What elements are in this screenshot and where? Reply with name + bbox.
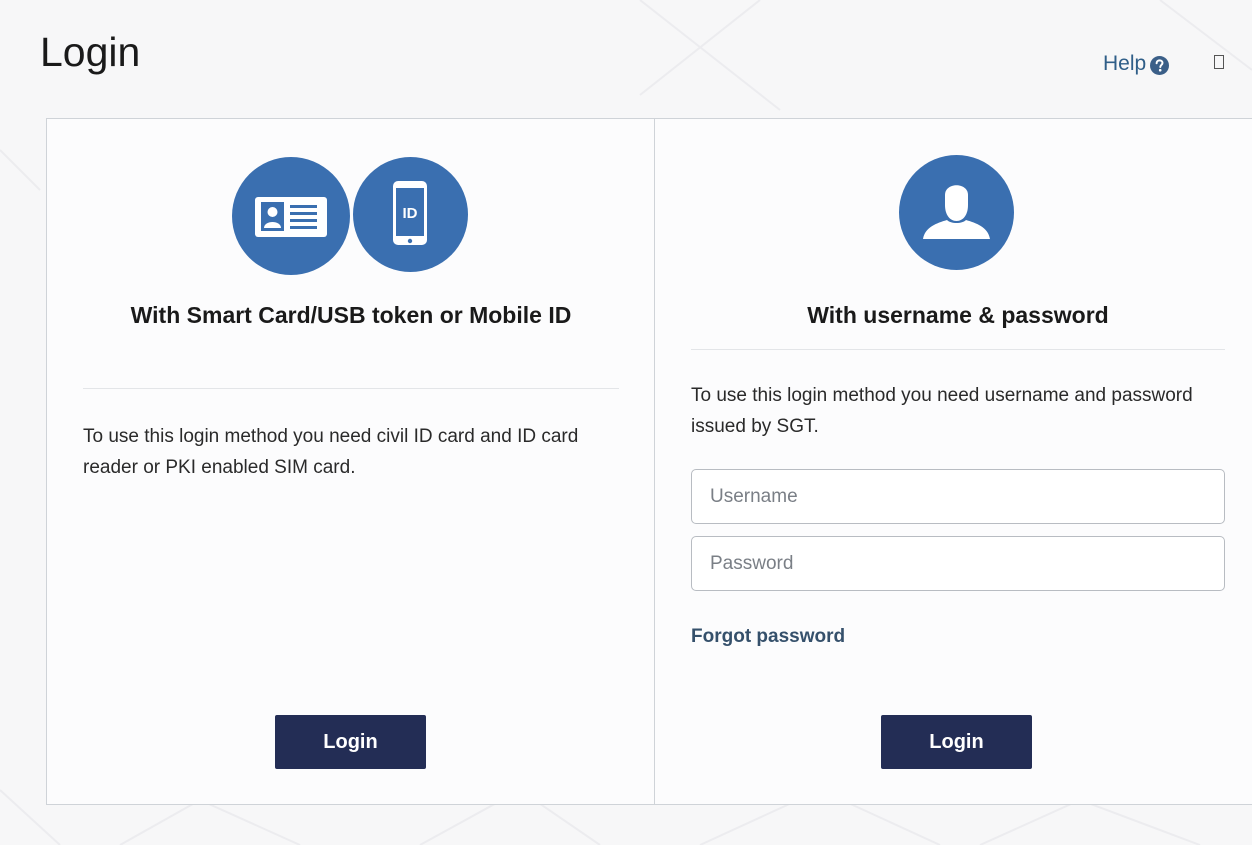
panel-divider [654,119,655,804]
credentials-description: To use this login method you need userna… [691,385,1193,437]
smartcard-login-button[interactable]: Login [275,715,426,769]
credentials-login-button[interactable]: Login [881,715,1032,769]
forgot-password-link[interactable]: Forgot password [691,626,845,648]
user-icon [899,155,1014,270]
help-link[interactable]: Help [1103,52,1170,76]
username-input[interactable] [691,469,1225,524]
smartcard-heading: With Smart Card/USB token or Mobile ID [130,302,572,328]
missing-glyph-box [1214,55,1224,69]
login-card: ID With Smart Card/USB token or Mobile I… [46,118,1252,805]
id-card-icon [232,157,350,275]
mobile-id-icon-text: ID [403,205,418,222]
page-title: Login [40,29,141,75]
question-circle-icon [1150,55,1170,75]
help-label: Help [1103,52,1147,75]
smartcard-description: To use this login method you need civil … [83,426,579,478]
credentials-separator [691,349,1225,350]
smartcard-separator [83,388,619,389]
credentials-heading: With username & password [807,302,1109,328]
password-input[interactable] [691,536,1225,591]
mobile-id-icon: ID [353,157,468,272]
